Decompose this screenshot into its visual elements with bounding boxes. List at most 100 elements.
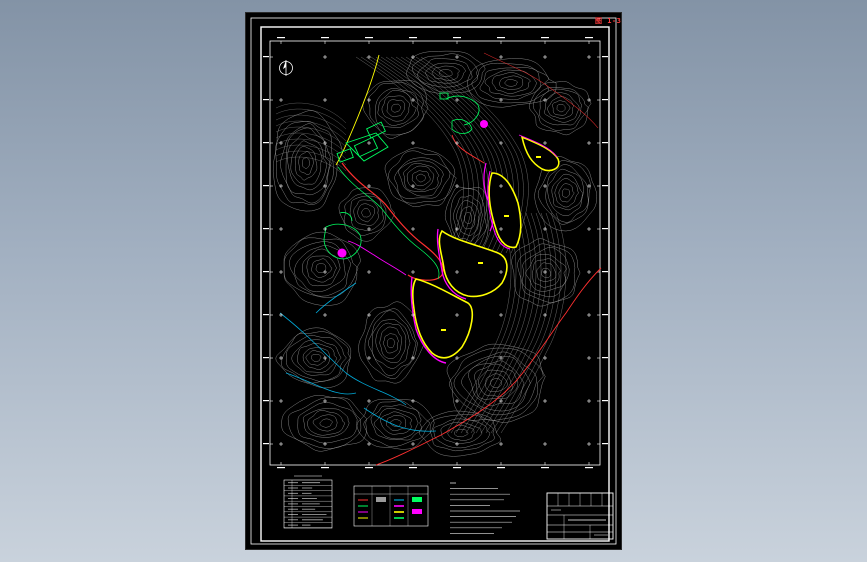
contour-line bbox=[386, 99, 406, 118]
contour-line bbox=[306, 255, 337, 283]
map-frame bbox=[269, 40, 601, 466]
inner-frame bbox=[260, 26, 610, 542]
contour-line bbox=[403, 163, 440, 192]
contour-line bbox=[361, 208, 371, 218]
contour-line bbox=[283, 237, 359, 298]
cross-marker-icon bbox=[587, 227, 591, 231]
contour-line bbox=[275, 327, 352, 389]
contour-line bbox=[471, 62, 550, 104]
contour-line bbox=[390, 56, 499, 254]
cross-marker-icon bbox=[499, 442, 503, 446]
contour-line bbox=[431, 65, 460, 81]
contour-line bbox=[272, 110, 343, 212]
contour-line bbox=[544, 92, 580, 123]
boundary-road-2 bbox=[483, 52, 599, 129]
contour-line bbox=[415, 173, 426, 183]
contour-line bbox=[388, 150, 457, 204]
cross-marker-icon bbox=[499, 55, 503, 59]
cross-marker-icon bbox=[499, 313, 503, 317]
contour-line bbox=[362, 80, 429, 139]
symbol-legend bbox=[353, 485, 429, 527]
cross-marker-icon bbox=[411, 442, 415, 446]
contour-line bbox=[357, 203, 376, 223]
cross-marker-icon bbox=[411, 399, 415, 403]
contour-line bbox=[552, 100, 571, 116]
facility-north bbox=[336, 121, 389, 163]
cross-marker-icon bbox=[411, 184, 415, 188]
contour-line bbox=[499, 75, 524, 90]
cross-marker-icon bbox=[323, 227, 327, 231]
contour-line bbox=[429, 414, 495, 452]
sheet-label: 图 1-3 bbox=[595, 17, 622, 25]
contour-line bbox=[531, 258, 561, 288]
cross-marker-icon bbox=[587, 442, 591, 446]
cross-marker-icon bbox=[455, 399, 459, 403]
contour-line bbox=[305, 350, 327, 366]
contour-line bbox=[312, 414, 338, 432]
contour-line bbox=[382, 333, 399, 354]
cross-marker-icon bbox=[323, 313, 327, 317]
contour-line bbox=[298, 151, 314, 175]
contour-line bbox=[391, 103, 401, 113]
contour-line bbox=[319, 418, 333, 428]
contour-line bbox=[484, 69, 537, 97]
contour-line bbox=[311, 258, 333, 278]
pit-2 bbox=[488, 172, 522, 249]
contour-line bbox=[311, 354, 322, 362]
contour-line bbox=[532, 87, 590, 131]
contour-line bbox=[370, 404, 422, 441]
cross-marker-icon bbox=[411, 227, 415, 231]
contour-line bbox=[556, 104, 566, 113]
cross-marker-icon bbox=[543, 141, 547, 145]
contour-line bbox=[377, 89, 417, 126]
cross-marker-icon bbox=[279, 399, 283, 403]
contour-line bbox=[380, 411, 412, 435]
contour-line bbox=[419, 410, 502, 457]
cross-marker-icon bbox=[543, 399, 547, 403]
contour-line bbox=[275, 121, 334, 205]
cross-marker-icon bbox=[367, 270, 371, 274]
title-block bbox=[546, 492, 614, 540]
cross-marker-icon bbox=[411, 141, 415, 145]
cross-marker-icon bbox=[543, 55, 547, 59]
cross-marker-icon bbox=[587, 141, 591, 145]
contour-line bbox=[411, 170, 431, 187]
contour-line bbox=[381, 95, 410, 122]
cross-marker-icon bbox=[455, 442, 459, 446]
site-plan-drawing bbox=[250, 17, 617, 545]
cross-marker-icon bbox=[279, 313, 283, 317]
cross-marker-icon bbox=[543, 356, 547, 360]
drawing-notes bbox=[450, 482, 520, 534]
contour-line bbox=[275, 114, 347, 136]
contour-line bbox=[285, 127, 332, 196]
cross-marker-icon bbox=[411, 270, 415, 274]
contour-line bbox=[315, 263, 327, 273]
cross-marker-icon bbox=[279, 184, 283, 188]
cross-marker-icon bbox=[279, 356, 283, 360]
cross-marker-icon bbox=[411, 55, 415, 59]
cad-viewport[interactable]: 图 1-3 bbox=[0, 0, 867, 562]
cross-marker-icon bbox=[411, 98, 415, 102]
contour-line bbox=[275, 108, 347, 130]
contour-line bbox=[302, 157, 311, 169]
legend-table bbox=[283, 479, 333, 529]
contour-line bbox=[283, 231, 361, 306]
cross-marker-icon bbox=[587, 356, 591, 360]
cross-marker-icon bbox=[455, 55, 459, 59]
cross-marker-icon bbox=[323, 356, 327, 360]
cross-marker-icon bbox=[499, 356, 503, 360]
facility-marker-ne bbox=[480, 120, 488, 128]
north-arrow-icon bbox=[279, 60, 293, 76]
cross-marker-icon bbox=[367, 98, 371, 102]
contour-line bbox=[349, 195, 384, 232]
contour-line bbox=[562, 188, 570, 198]
cross-marker-icon bbox=[543, 270, 547, 274]
contour-line bbox=[504, 79, 518, 87]
contour-line bbox=[554, 178, 579, 208]
grid-markers bbox=[279, 55, 591, 446]
cross-marker-icon bbox=[587, 313, 591, 317]
cross-marker-icon bbox=[279, 442, 283, 446]
contour-line bbox=[479, 67, 542, 101]
contour-line bbox=[386, 338, 396, 348]
contour-line bbox=[395, 56, 504, 254]
